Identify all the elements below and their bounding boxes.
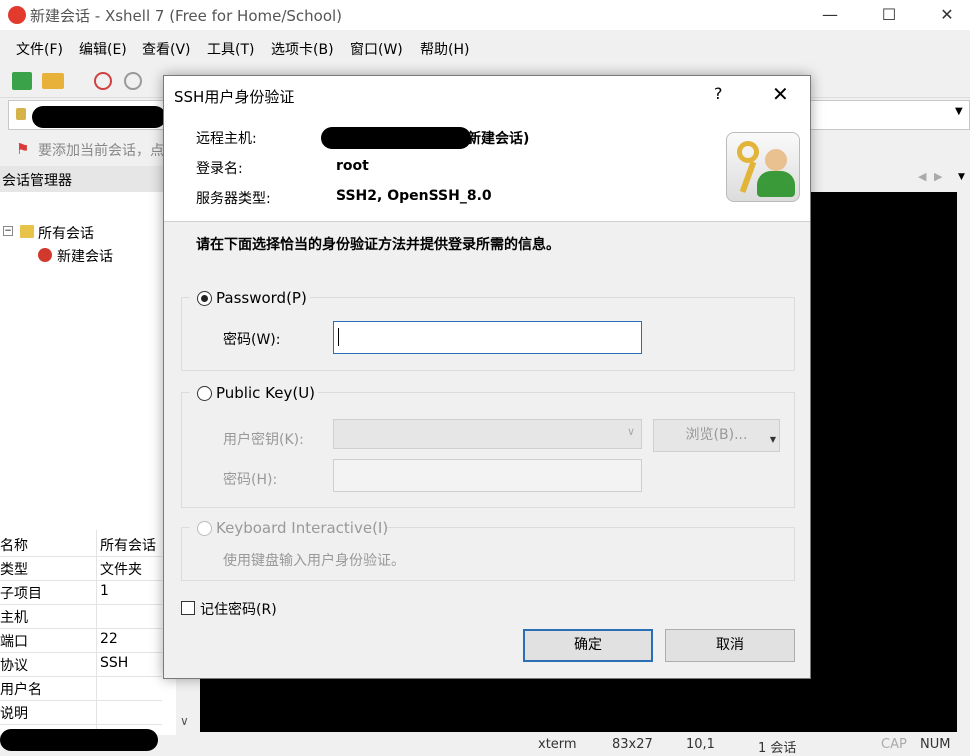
dialog-title: SSH用户身份验证 [174, 88, 295, 106]
keyboard-option-label[interactable]: Keyboard Interactive(I) [216, 519, 388, 537]
lock-icon [16, 108, 26, 120]
redacted-address [32, 106, 166, 128]
auth-instruction: 请在下面选择恰当的身份验证方法并提供登录所需的信息。 [196, 237, 560, 253]
password-input[interactable] [333, 321, 642, 354]
server-type-label: 服务器类型: [196, 191, 271, 207]
close-button[interactable]: ✕ [924, 0, 970, 30]
chevron-down-icon: ∨ [626, 425, 635, 438]
password-option-label[interactable]: Password(P) [216, 289, 307, 307]
tree-item-new-session[interactable]: 新建会话 [57, 246, 113, 266]
status-sessions: 1 会话 [758, 741, 797, 756]
publickey-option-label[interactable]: Public Key(U) [216, 384, 315, 402]
cancel-button[interactable]: 取消 [665, 629, 795, 662]
redacted-host [321, 127, 471, 149]
scroll-down-icon[interactable]: ∨ [180, 714, 189, 728]
property-row: 子项目 1 [0, 581, 162, 605]
key-password-label: 密码(H): [223, 472, 278, 488]
server-type-value: SSH2, OpenSSH_8.0 [336, 188, 492, 204]
add-session-hint: 要添加当前会话，点 [38, 143, 164, 159]
tab-menu-icon[interactable]: ▼ [958, 172, 965, 182]
tab-scroll-right-icon[interactable]: ▶ [934, 170, 942, 183]
keyboard-description: 使用键盘输入用户身份验证。 [223, 553, 405, 569]
menu-view[interactable]: 查看(V) [142, 39, 191, 59]
dialog-close-button[interactable]: ✕ [772, 82, 789, 106]
menu-tools[interactable]: 工具(T) [207, 39, 254, 59]
minimize-button[interactable]: — [807, 0, 853, 30]
property-row: 类型 文件夹 [0, 557, 162, 581]
menu-help[interactable]: 帮助(H) [420, 39, 469, 59]
xshell-app-icon [8, 6, 26, 24]
browse-button[interactable]: 浏览(B)... ▼ [653, 419, 780, 452]
session-manager-title: 会话管理器 [2, 173, 72, 189]
property-row: 协议 SSH [0, 653, 162, 677]
terminal-scrollbar[interactable] [957, 192, 970, 732]
menu-edit[interactable]: 编辑(E) [79, 39, 127, 59]
property-row: 名称 所有会话 [0, 533, 162, 557]
key-password-input[interactable] [333, 459, 642, 492]
address-dropdown-icon[interactable]: ▼ [955, 106, 963, 117]
open-folder-icon[interactable] [42, 73, 64, 89]
remember-password-label[interactable]: 记住密码(R) [200, 599, 277, 619]
text-cursor [338, 328, 339, 346]
remote-host-label: 远程主机: [196, 131, 257, 147]
remember-password-checkbox[interactable] [181, 601, 195, 615]
publickey-radio[interactable] [197, 386, 212, 401]
bookmark-icon: ⚑ [16, 140, 30, 158]
login-value: root [336, 158, 369, 174]
property-row: 用户名 [0, 677, 162, 701]
maximize-button[interactable]: ☐ [866, 0, 912, 30]
password-field-label: 密码(W): [223, 332, 281, 348]
ok-button[interactable]: 确定 [523, 629, 653, 662]
window-title: 新建会话 - Xshell 7 (Free for Home/School) [30, 7, 343, 25]
tab-scroll-left-icon[interactable]: ◀ [918, 170, 926, 183]
collapse-toggle-icon[interactable]: − [3, 226, 13, 236]
property-row: 主机 [0, 605, 162, 629]
connect-icon[interactable] [94, 72, 112, 90]
menu-file[interactable]: 文件(F) [16, 39, 63, 59]
tab-strip [810, 166, 970, 192]
menu-tabs[interactable]: 选项卡(B) [271, 39, 334, 59]
user-key-select[interactable]: ∨ [333, 419, 642, 449]
login-label: 登录名: [196, 161, 243, 177]
property-row: 端口 22 [0, 629, 162, 653]
user-key-label: 用户密钥(K): [223, 432, 304, 448]
keyboard-radio[interactable] [197, 521, 212, 536]
menu-window[interactable]: 窗口(W) [350, 39, 403, 59]
disconnect-icon[interactable] [124, 72, 142, 90]
ssh-auth-dialog: SSH用户身份验证 ? ✕ 远程主机: 新建会话) 登录名: root 服务器类… [163, 75, 811, 679]
folder-icon [20, 225, 34, 238]
key-user-icon [726, 132, 800, 202]
new-session-icon[interactable] [12, 72, 32, 90]
remote-host-value: 新建会话) [467, 131, 530, 147]
session-icon [38, 248, 52, 262]
password-radio[interactable] [197, 291, 212, 306]
dialog-help-button[interactable]: ? [714, 84, 723, 103]
redacted-status [0, 729, 158, 751]
tree-item-all-sessions[interactable]: 所有会话 [38, 223, 94, 243]
radio-selected-dot [201, 295, 208, 302]
property-row: 说明 [0, 701, 162, 725]
